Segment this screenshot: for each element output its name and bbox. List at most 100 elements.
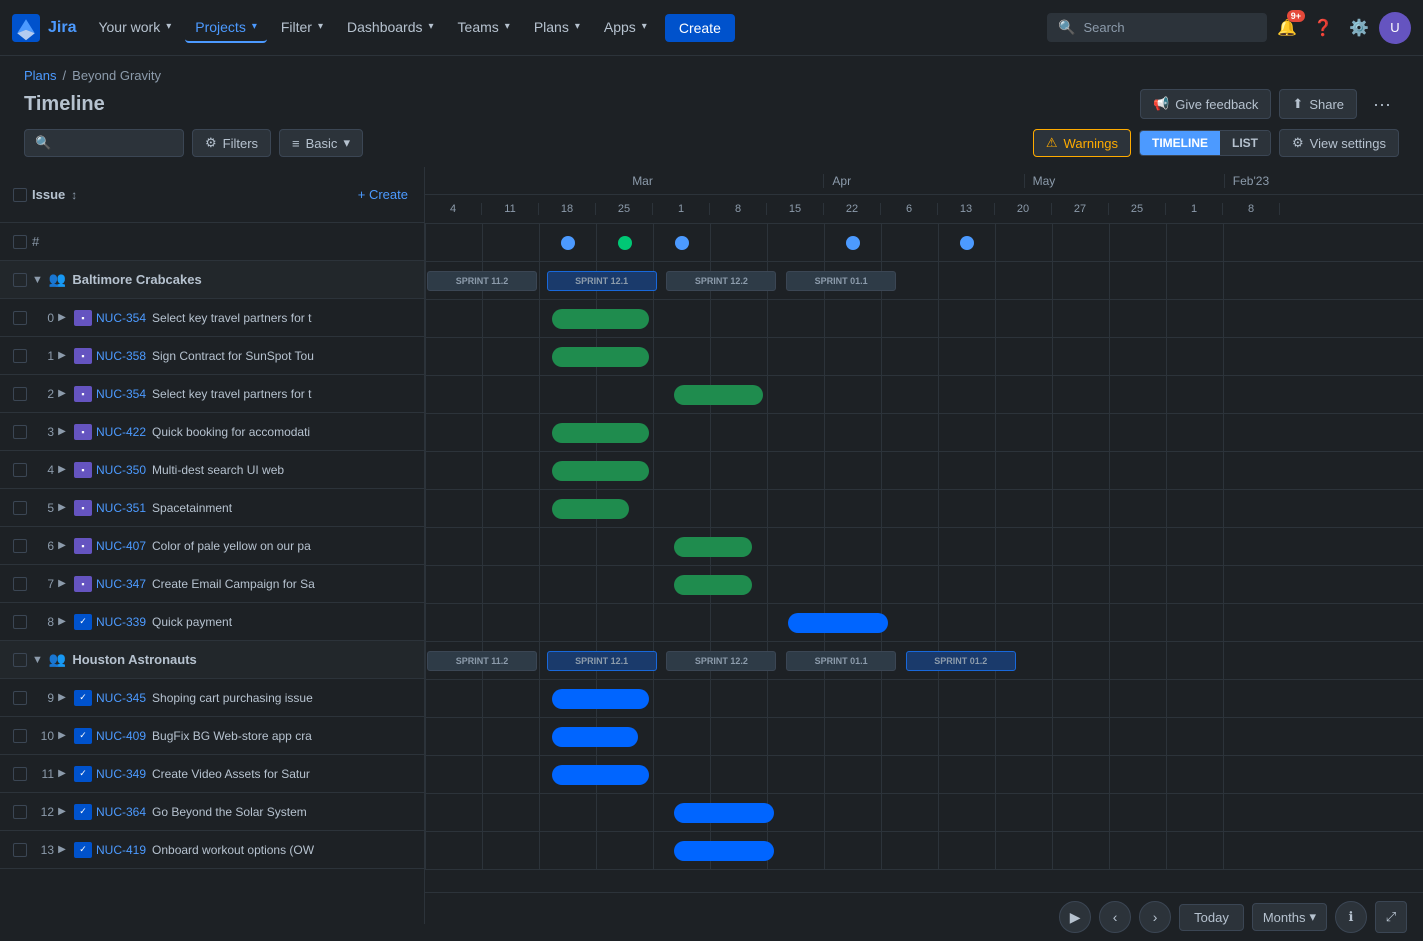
task-bar-3[interactable] — [552, 423, 649, 443]
task-bar-8[interactable] — [788, 613, 888, 633]
row-checkbox-2[interactable] — [13, 387, 27, 401]
row-checkbox-4[interactable] — [13, 463, 27, 477]
row-expand-1[interactable]: ▶ — [54, 350, 70, 361]
timeline-tab[interactable]: TIMELINE — [1140, 131, 1220, 155]
row-checkbox-8[interactable] — [13, 615, 27, 629]
row-checkbox-9[interactable] — [13, 691, 27, 705]
task-bar-5[interactable] — [552, 499, 630, 519]
row-checkbox-6[interactable] — [13, 539, 27, 553]
row-checkbox-7[interactable] — [13, 577, 27, 591]
today-button[interactable]: Today — [1179, 904, 1244, 931]
prev-period-button[interactable]: ‹ — [1099, 901, 1131, 933]
task-bar-11[interactable] — [552, 765, 649, 785]
info-button[interactable]: ℹ — [1335, 901, 1367, 933]
row-checkbox-10[interactable] — [13, 729, 27, 743]
row-expand-2[interactable]: ▶ — [54, 388, 70, 399]
give-feedback-button[interactable]: 📢 Give feedback — [1140, 89, 1271, 119]
task-bar-2[interactable] — [674, 385, 763, 405]
task-bar-0[interactable] — [552, 309, 649, 329]
issue-key-6[interactable]: NUC-407 — [96, 539, 146, 553]
issue-key-11[interactable]: NUC-349 — [96, 767, 146, 781]
issue-key-8[interactable]: NUC-339 — [96, 615, 146, 629]
group-chevron-houston[interactable]: ▼ — [32, 654, 43, 666]
breadcrumb-plans[interactable]: Plans — [24, 68, 57, 83]
nav-plans[interactable]: Plans▾ — [524, 13, 590, 43]
basic-button[interactable]: ≡ Basic ▾ — [279, 129, 363, 157]
create-button[interactable]: Create — [665, 14, 735, 42]
filters-button[interactable]: ⚙ Filters — [192, 129, 271, 157]
row-expand-3[interactable]: ▶ — [54, 426, 70, 437]
nav-teams[interactable]: Teams▾ — [448, 13, 520, 43]
zoom-in-button[interactable]: ▶ — [1059, 901, 1091, 933]
logo[interactable]: Jira — [12, 14, 76, 42]
group-cb-houston[interactable] — [13, 653, 27, 667]
nav-your-work[interactable]: Your work▾ — [88, 13, 181, 43]
task-bar-13[interactable] — [674, 841, 774, 861]
months-selector[interactable]: Months ▾ — [1252, 903, 1327, 931]
task-bar-12[interactable] — [674, 803, 774, 823]
select-all-checkbox[interactable] — [13, 188, 27, 202]
row-checkbox-11[interactable] — [13, 767, 27, 781]
help-button[interactable]: ❓ — [1307, 12, 1339, 44]
issue-key-12[interactable]: NUC-364 — [96, 805, 146, 819]
create-issue-button[interactable]: + Create — [350, 183, 416, 206]
row-expand-7[interactable]: ▶ — [54, 578, 70, 589]
issue-row: 7 ▶ ▪ NUC-347 Create Email Campaign for … — [0, 565, 424, 603]
gantt-panel[interactable]: Mar Apr May Feb'23 4 11 18 25 1 8 15 22 … — [425, 167, 1423, 924]
row-expand-6[interactable]: ▶ — [54, 540, 70, 551]
issue-key-7[interactable]: NUC-347 — [96, 577, 146, 591]
row-checkbox-13[interactable] — [13, 843, 27, 857]
issue-key-13[interactable]: NUC-419 — [96, 843, 146, 857]
task-bar-7[interactable] — [674, 575, 752, 595]
fullscreen-button[interactable]: ⤢ — [1375, 901, 1407, 933]
more-options-button[interactable]: ··· — [1365, 90, 1399, 119]
group-chevron-baltimore[interactable]: ▼ — [32, 274, 43, 286]
row-expand-5[interactable]: ▶ — [54, 502, 70, 513]
task-bar-4[interactable] — [552, 461, 649, 481]
issue-key-0[interactable]: NUC-354 — [96, 311, 146, 325]
share-button[interactable]: ⬆ Share — [1279, 89, 1357, 119]
warnings-button[interactable]: ⚠ Warnings — [1033, 129, 1131, 157]
issue-search-input[interactable] — [57, 136, 173, 151]
row-expand-12[interactable]: ▶ — [54, 806, 70, 817]
group-cb-baltimore[interactable] — [13, 273, 27, 287]
row-expand-4[interactable]: ▶ — [54, 464, 70, 475]
notifications-button[interactable]: 🔔 9+ — [1271, 12, 1303, 44]
row-checkbox-1[interactable] — [13, 349, 27, 363]
row-expand-0[interactable]: ▶ — [54, 312, 70, 323]
view-settings-button[interactable]: ⚙ View settings — [1279, 129, 1399, 157]
task-bar-1[interactable] — [552, 347, 649, 367]
avatar[interactable]: U — [1379, 12, 1411, 44]
issue-key-10[interactable]: NUC-409 — [96, 729, 146, 743]
hash-row-checkbox[interactable] — [13, 235, 27, 249]
search-box[interactable]: 🔍 Search — [1047, 13, 1267, 42]
task-bar-10[interactable] — [552, 727, 638, 747]
nav-apps[interactable]: Apps▾ — [594, 13, 657, 43]
next-period-button[interactable]: › — [1139, 901, 1171, 933]
row-expand-13[interactable]: ▶ — [54, 844, 70, 855]
task-bar-6[interactable] — [674, 537, 752, 557]
issue-key-3[interactable]: NUC-422 — [96, 425, 146, 439]
gantt-row — [425, 718, 1423, 756]
nav-filter[interactable]: Filter▾ — [271, 13, 333, 43]
issue-key-4[interactable]: NUC-350 — [96, 463, 146, 477]
list-tab[interactable]: LIST — [1220, 131, 1270, 155]
nav-dashboards[interactable]: Dashboards▾ — [337, 13, 444, 43]
issue-key-5[interactable]: NUC-351 — [96, 501, 146, 515]
issue-search-box[interactable]: 🔍 — [24, 129, 184, 157]
row-checkbox-5[interactable] — [13, 501, 27, 515]
task-bar-9[interactable] — [552, 689, 649, 709]
issue-key-9[interactable]: NUC-345 — [96, 691, 146, 705]
row-checkbox-12[interactable] — [13, 805, 27, 819]
issue-key-1[interactable]: NUC-358 — [96, 349, 146, 363]
settings-button[interactable]: ⚙️ — [1343, 12, 1375, 44]
row-checkbox-0[interactable] — [13, 311, 27, 325]
row-expand-9[interactable]: ▶ — [54, 692, 70, 703]
row-expand-8[interactable]: ▶ — [54, 616, 70, 627]
row-expand-10[interactable]: ▶ — [54, 730, 70, 741]
row-expand-11[interactable]: ▶ — [54, 768, 70, 779]
nav-projects[interactable]: Projects▾ — [185, 13, 267, 43]
row-checkbox-3[interactable] — [13, 425, 27, 439]
issue-key-2[interactable]: NUC-354 — [96, 387, 146, 401]
sort-icon[interactable]: ↕ — [71, 188, 77, 202]
